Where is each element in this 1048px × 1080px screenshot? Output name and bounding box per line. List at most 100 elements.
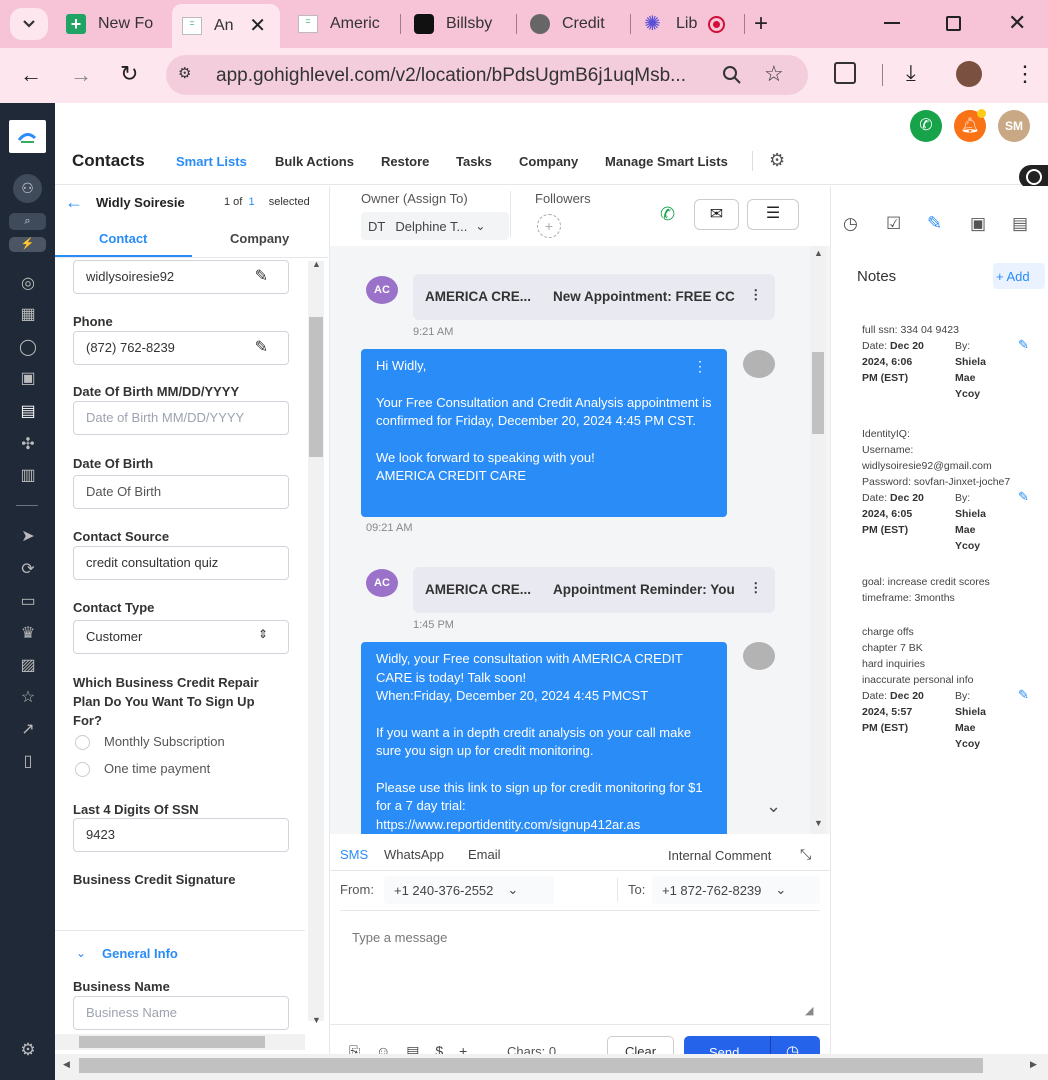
contacts-icon[interactable]: ▤ bbox=[16, 399, 40, 423]
dob-field[interactable]: Date Of Birth bbox=[73, 475, 289, 509]
tab-lib[interactable]: ✺ Lib bbox=[634, 6, 744, 42]
tab-bulk-actions[interactable]: Bulk Actions bbox=[275, 154, 354, 169]
address-bar[interactable]: ⚙ app.gohighlevel.com/v2/location/bPdsUg… bbox=[166, 55, 808, 95]
more-vertical-icon[interactable]: ⋮ bbox=[693, 357, 707, 376]
notes-pencil-icon[interactable]: ✎ bbox=[927, 213, 942, 234]
reputation-icon[interactable]: ☆ bbox=[16, 685, 40, 709]
maximize-button[interactable] bbox=[946, 16, 961, 31]
channel-sms[interactable]: SMS bbox=[340, 847, 368, 862]
automation-icon[interactable]: ⟳ bbox=[16, 557, 40, 581]
calendar-icon[interactable]: ▣ bbox=[16, 366, 40, 390]
phone-field[interactable]: (872) 762-8239 ✎ bbox=[73, 331, 289, 365]
scroll-to-bottom-icon[interactable]: ⌄ bbox=[766, 796, 781, 817]
launchpad-icon[interactable]: ◎ bbox=[16, 271, 40, 295]
sms-message-bubble[interactable]: Widly, your Free consultation with AMERI… bbox=[361, 642, 727, 834]
username-field[interactable]: widlysoiresie92 ✎ bbox=[73, 260, 289, 294]
site-settings-icon[interactable]: ⚙ bbox=[178, 64, 202, 86]
media-icon[interactable]: ▨ bbox=[16, 653, 40, 677]
browser-menu-icon[interactable]: ⋮ bbox=[1014, 61, 1036, 87]
user-avatar[interactable]: SM bbox=[998, 110, 1030, 142]
tab-restore[interactable]: Restore bbox=[381, 154, 429, 169]
tab-manage-smart-lists[interactable]: Manage Smart Lists bbox=[605, 154, 728, 169]
new-tab-button[interactable]: + bbox=[754, 10, 768, 38]
tab-company[interactable]: Company bbox=[519, 154, 578, 169]
email-message-card[interactable]: AMERICA CRE... New Appointment: FREE CC … bbox=[413, 274, 775, 320]
channel-email[interactable]: Email bbox=[468, 847, 501, 862]
app-marketplace-icon[interactable]: ▯ bbox=[16, 749, 40, 773]
contact-source-field[interactable]: credit consultation quiz bbox=[73, 546, 289, 580]
contact-type-select[interactable]: Customer ⇕ bbox=[73, 620, 289, 654]
appointments-icon[interactable]: ▣ bbox=[970, 214, 986, 234]
dob-mm-field[interactable]: Date of Birth MM/DD/YYYY bbox=[73, 401, 289, 435]
activity-icon[interactable]: ◷ bbox=[843, 214, 858, 234]
internal-comment-tab[interactable]: Internal Comment bbox=[668, 848, 771, 863]
back-arrow-icon[interactable]: ← bbox=[65, 192, 83, 213]
marketing-icon[interactable]: ➤ bbox=[16, 524, 40, 548]
bookmark-star-icon[interactable]: ☆ bbox=[764, 61, 784, 87]
tab-billsby[interactable]: Billsby bbox=[404, 6, 514, 42]
tasks-icon[interactable]: ☑ bbox=[886, 214, 901, 234]
more-vertical-icon[interactable]: ⋮ bbox=[749, 287, 763, 303]
chevron-down-icon[interactable]: ⌄ bbox=[76, 946, 86, 960]
contacts-nav-icon[interactable]: ⚇ bbox=[13, 174, 42, 203]
message-thread[interactable]: AC AMERICA CRE... New Appointment: FREE … bbox=[330, 246, 830, 834]
pager-num[interactable]: 1 bbox=[248, 196, 254, 208]
edit-pencil-icon[interactable]: ✎ bbox=[255, 266, 268, 286]
left-scrollbar[interactable]: ▲ ▼ bbox=[308, 259, 324, 1025]
documents-icon[interactable]: ▤ bbox=[1012, 214, 1028, 234]
thread-scrollbar[interactable]: ▲ ▼ bbox=[810, 246, 826, 834]
to-number-select[interactable]: +1 872-762-8239 ⌄ bbox=[652, 876, 820, 904]
edit-note-icon[interactable]: ✎ bbox=[1018, 337, 1029, 353]
edit-pencil-icon[interactable]: ✎ bbox=[255, 337, 268, 357]
tab-smart-lists[interactable]: Smart Lists bbox=[176, 154, 247, 169]
filter-button[interactable]: ☰ bbox=[747, 199, 799, 230]
tab-tasks[interactable]: Tasks bbox=[456, 154, 492, 169]
conversations-icon[interactable]: ◯ bbox=[16, 335, 40, 359]
reporting-icon[interactable]: ↗ bbox=[16, 717, 40, 741]
email-message-card[interactable]: AMERICA CRE... Appointment Reminder: You… bbox=[413, 567, 775, 613]
plan-radio-monthly[interactable] bbox=[75, 735, 90, 750]
payments-icon[interactable]: ▥ bbox=[16, 463, 40, 487]
tab-new-form[interactable]: + New Fo bbox=[56, 6, 166, 42]
close-icon[interactable]: ✕ bbox=[249, 13, 266, 38]
edit-note-icon[interactable]: ✎ bbox=[1018, 687, 1029, 703]
company-logo[interactable] bbox=[9, 120, 46, 153]
tab-active[interactable]: = An ✕ bbox=[172, 4, 280, 48]
tab-america[interactable]: = Americ bbox=[288, 6, 396, 42]
opportunities-icon[interactable]: ✣ bbox=[16, 432, 40, 456]
general-info-section[interactable]: General Info bbox=[102, 946, 178, 961]
business-name-field[interactable]: Business Name bbox=[73, 996, 289, 1030]
extensions-icon[interactable] bbox=[834, 62, 856, 84]
tab-company[interactable]: Company bbox=[230, 231, 289, 246]
edit-note-icon[interactable]: ✎ bbox=[1018, 489, 1029, 505]
zoom-icon[interactable] bbox=[722, 65, 742, 85]
more-vertical-icon[interactable]: ⋮ bbox=[749, 580, 763, 596]
close-window-button[interactable]: ✕ bbox=[1008, 10, 1026, 36]
download-icon[interactable]: ⤓ bbox=[906, 60, 916, 86]
memberships-icon[interactable]: ♛ bbox=[16, 621, 40, 645]
collapse-icon[interactable]: ⤡ bbox=[800, 846, 811, 863]
forward-button[interactable]: → bbox=[70, 62, 92, 88]
email-button[interactable]: ✉ bbox=[694, 199, 739, 230]
channel-whatsapp[interactable]: WhatsApp bbox=[384, 847, 444, 862]
dashboard-icon[interactable]: ▦ bbox=[16, 302, 40, 326]
reload-button[interactable]: ↻ bbox=[120, 61, 138, 87]
message-input[interactable]: Type a message bbox=[352, 930, 447, 945]
sms-message-bubble[interactable]: Hi Widly, Your Free Consultation and Cred… bbox=[361, 349, 727, 517]
sites-icon[interactable]: ▭ bbox=[16, 589, 40, 613]
call-icon[interactable]: ✆ bbox=[660, 204, 675, 225]
tab-contact[interactable]: Contact bbox=[99, 231, 147, 246]
add-follower-button[interactable]: + bbox=[537, 214, 561, 238]
minimize-button[interactable] bbox=[884, 22, 900, 24]
ssn-field[interactable]: 9423 bbox=[73, 818, 289, 852]
page-horizontal-scrollbar[interactable]: ◀ ▶ bbox=[55, 1054, 1048, 1080]
tab-search-button[interactable] bbox=[10, 8, 48, 40]
add-note-button[interactable]: + Add bbox=[993, 263, 1045, 289]
back-button[interactable]: ← bbox=[20, 62, 42, 88]
settings-gear-icon[interactable]: ⚙ bbox=[769, 150, 785, 171]
phone-call-button[interactable]: ✆ bbox=[910, 110, 942, 142]
plan-radio-one-time[interactable] bbox=[75, 762, 90, 777]
resize-handle-icon[interactable]: ◢ bbox=[805, 1004, 813, 1017]
search-nav-icon[interactable]: ⌕ bbox=[9, 213, 46, 230]
quick-action-icon[interactable]: ⚡ bbox=[9, 237, 46, 252]
